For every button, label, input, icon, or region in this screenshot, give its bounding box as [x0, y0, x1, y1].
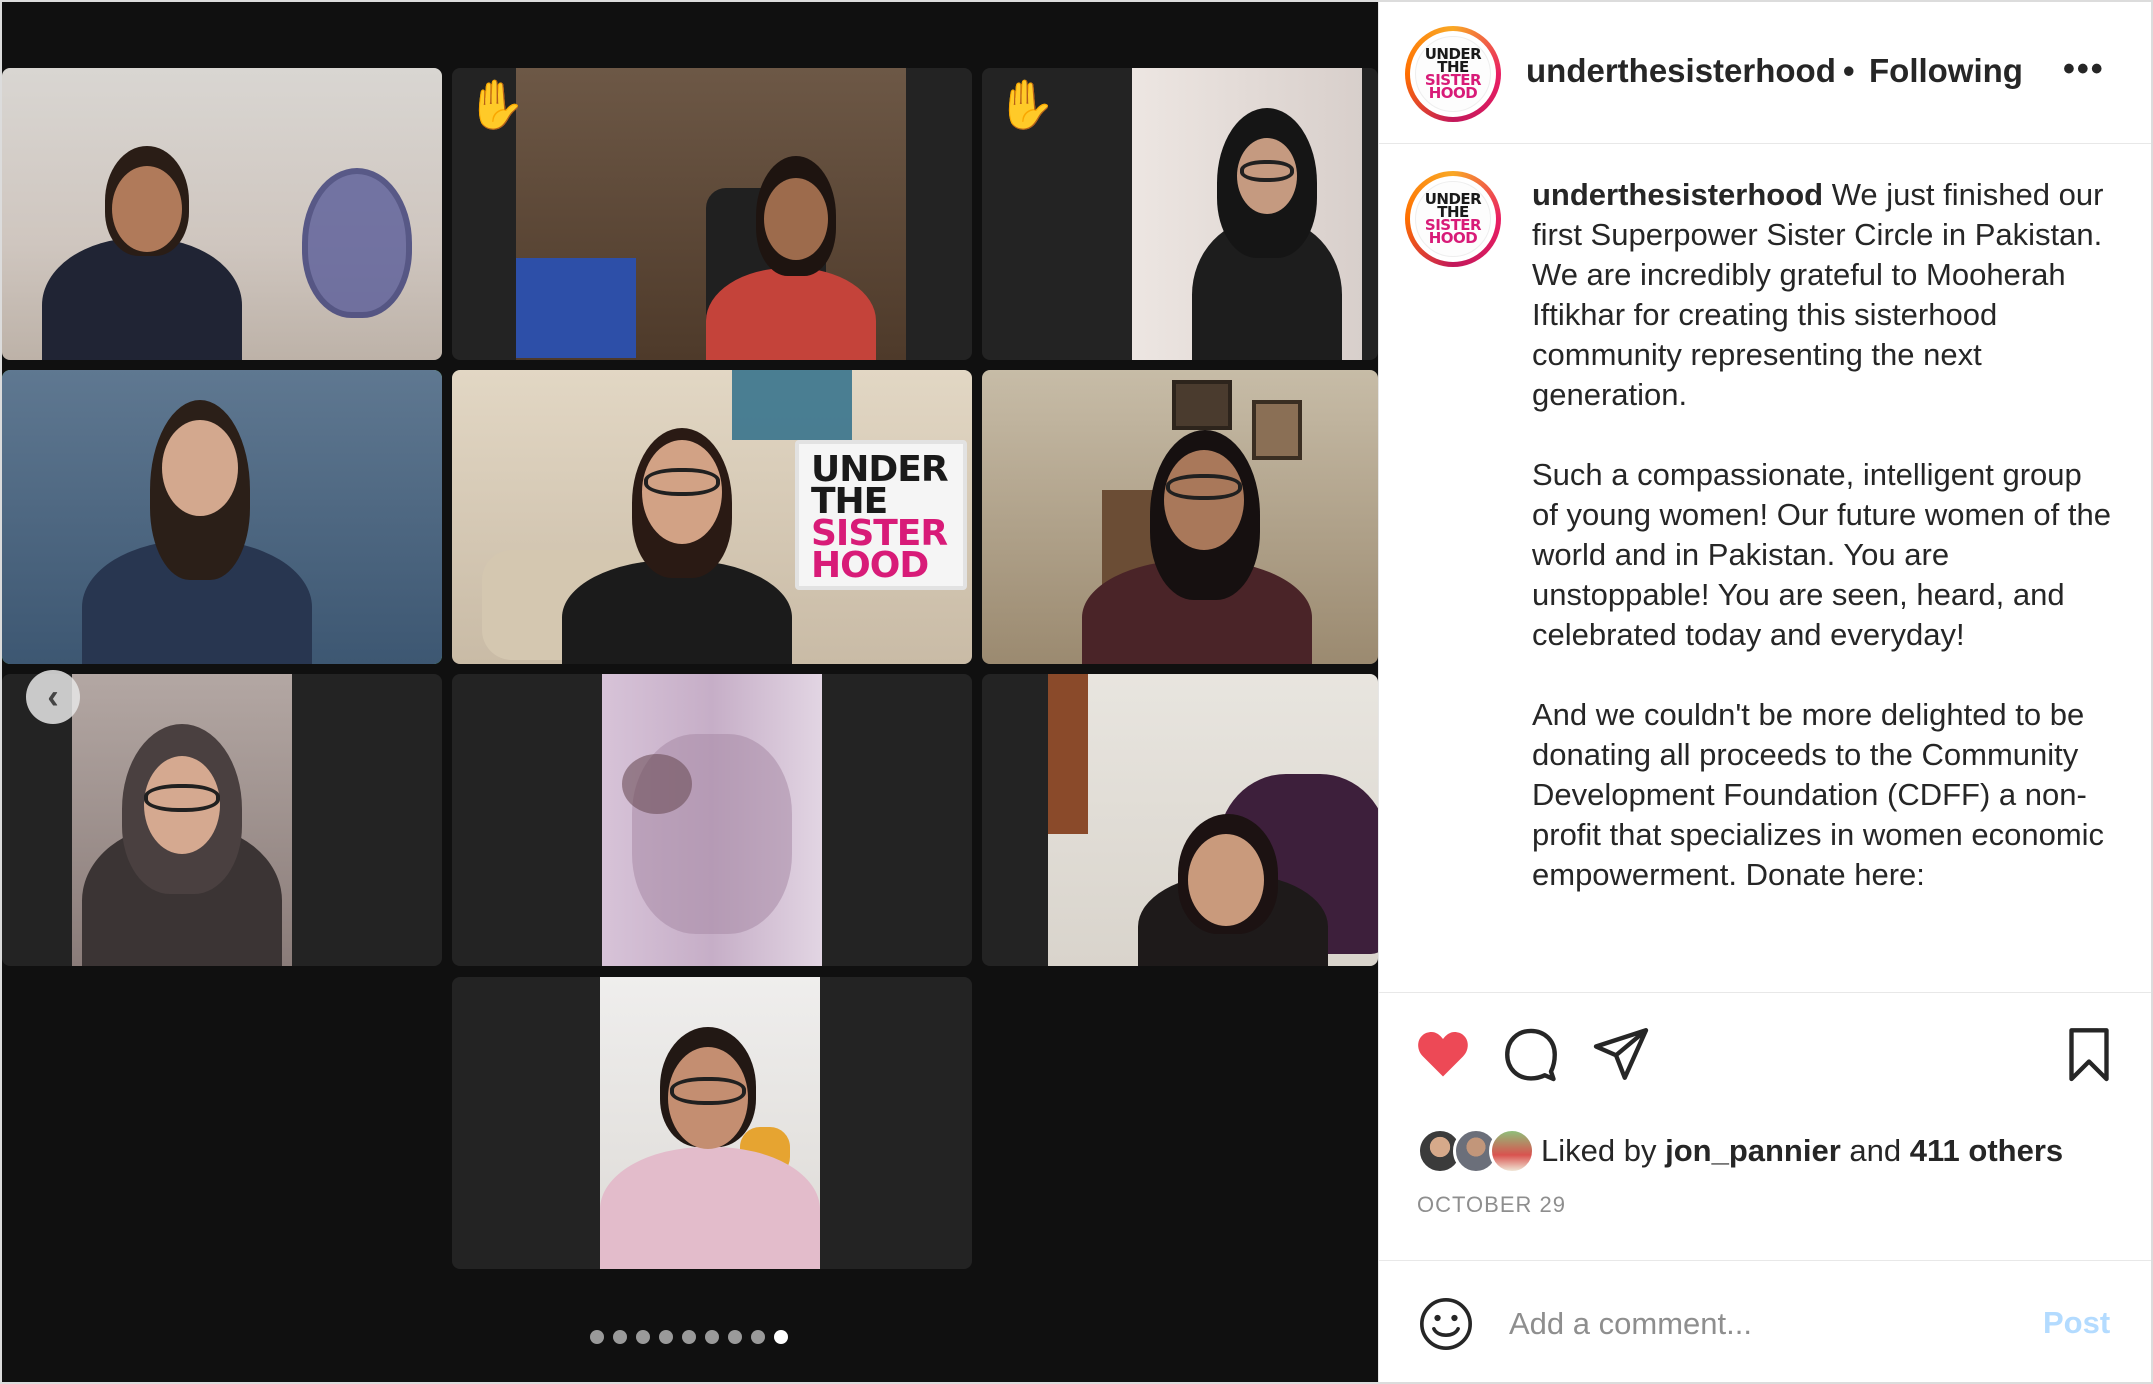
liker-avatars [1417, 1128, 1535, 1174]
brand-logo: UNDER THE SISTER HOOD [1415, 181, 1491, 257]
video-tile-active-speaker [2, 370, 442, 664]
bookmark-icon[interactable] [2059, 1024, 2119, 1084]
brand-logo: UNDER THE SISTER HOOD [1415, 36, 1491, 112]
instagram-post-window: ✋ ✋ UNDER THE SISTER HOOD ‹ UNDER THE SI… [0, 0, 2153, 1384]
carousel-dot [682, 1330, 696, 1344]
sign-line: HOOD [811, 545, 929, 586]
participant-video [600, 977, 820, 1269]
caption-username-link[interactable]: underthesisterhood [1532, 177, 1823, 212]
header-username-link[interactable]: underthesisterhood [1526, 52, 1836, 90]
liked-by-user-link[interactable]: jon_pannier [1665, 1133, 1841, 1168]
brand-sign: UNDER THE SISTER HOOD [795, 440, 967, 590]
carousel-dot [705, 1330, 719, 1344]
caption-paragraph: underthesisterhood We just finished our … [1532, 175, 2112, 415]
carousel-dot [659, 1330, 673, 1344]
participant-video [2, 370, 442, 664]
participant-video [602, 674, 822, 966]
video-tile: UNDER THE SISTER HOOD [452, 370, 972, 664]
participant-video [516, 68, 906, 360]
following-button[interactable]: Following [1869, 52, 2023, 90]
carousel-dot [636, 1330, 650, 1344]
post-side-panel: UNDER THE SISTER HOOD underthesisterhood… [1378, 2, 2151, 1382]
avatar[interactable] [1489, 1128, 1535, 1174]
comment-icon[interactable] [1501, 1024, 1561, 1084]
post-media[interactable]: ✋ ✋ UNDER THE SISTER HOOD ‹ [2, 2, 1378, 1382]
caption-avatar[interactable]: UNDER THE SISTER HOOD [1405, 171, 1501, 267]
likes-row: Liked by jon_pannier and 411 others [1417, 1126, 2063, 1176]
chevron-left-icon: ‹ [47, 677, 59, 716]
raised-hand-icon: ✋ [996, 79, 1056, 132]
more-options-button[interactable]: ••• [2063, 50, 2105, 89]
share-icon[interactable] [1591, 1024, 1651, 1084]
emoji-icon[interactable] [1417, 1295, 1475, 1353]
video-tile [452, 977, 972, 1269]
participant-video [2, 68, 442, 360]
carousel-dot [613, 1330, 627, 1344]
post-caption: underthesisterhood We just finished our … [1532, 175, 2112, 935]
video-tile: ✋ [452, 68, 972, 360]
header-separator: • [1843, 52, 1855, 89]
carousel-dot [590, 1330, 604, 1344]
post-comment-button[interactable]: Post [2043, 1305, 2110, 1341]
raised-hand-icon: ✋ [466, 79, 526, 132]
caption-paragraph: And we couldn't be more delighted to be … [1532, 697, 2105, 892]
heart-icon[interactable] [1413, 1024, 1473, 1084]
post-date[interactable]: OCTOBER 29 [1417, 1192, 1566, 1218]
carousel-dot [728, 1330, 742, 1344]
comment-input[interactable] [1509, 1299, 2009, 1349]
action-bar [1379, 1002, 2151, 1112]
caption-paragraph: Such a compassionate, intelligent group … [1532, 457, 2111, 652]
video-tile: ✋ [982, 68, 1378, 360]
avatar[interactable]: UNDER THE SISTER HOOD [1405, 26, 1501, 122]
comment-bar: Post [1379, 1260, 2151, 1382]
carousel-prev-button[interactable]: ‹ [26, 670, 80, 724]
carousel-dot-active [774, 1330, 788, 1344]
video-tile [2, 68, 442, 360]
video-tile [982, 370, 1378, 664]
participant-video [982, 370, 1378, 664]
caption-text: We just finished our first Superpower Si… [1532, 177, 2104, 412]
caption-scroll-area[interactable]: UNDER THE SISTER HOOD underthesisterhood… [1379, 145, 2151, 993]
participant-video [1132, 68, 1362, 360]
video-tile [452, 674, 972, 966]
participant-video [1048, 674, 1378, 966]
carousel-indicator [590, 1330, 788, 1344]
liked-others-link[interactable]: 411 others [1910, 1133, 2063, 1168]
likes-summary: Liked by jon_pannier and 411 others [1541, 1133, 2064, 1168]
participant-video: UNDER THE SISTER HOOD [452, 370, 972, 664]
video-tile [982, 674, 1378, 966]
participant-video [72, 674, 292, 966]
post-header: UNDER THE SISTER HOOD underthesisterhood… [1379, 2, 2151, 144]
carousel-dot [751, 1330, 765, 1344]
